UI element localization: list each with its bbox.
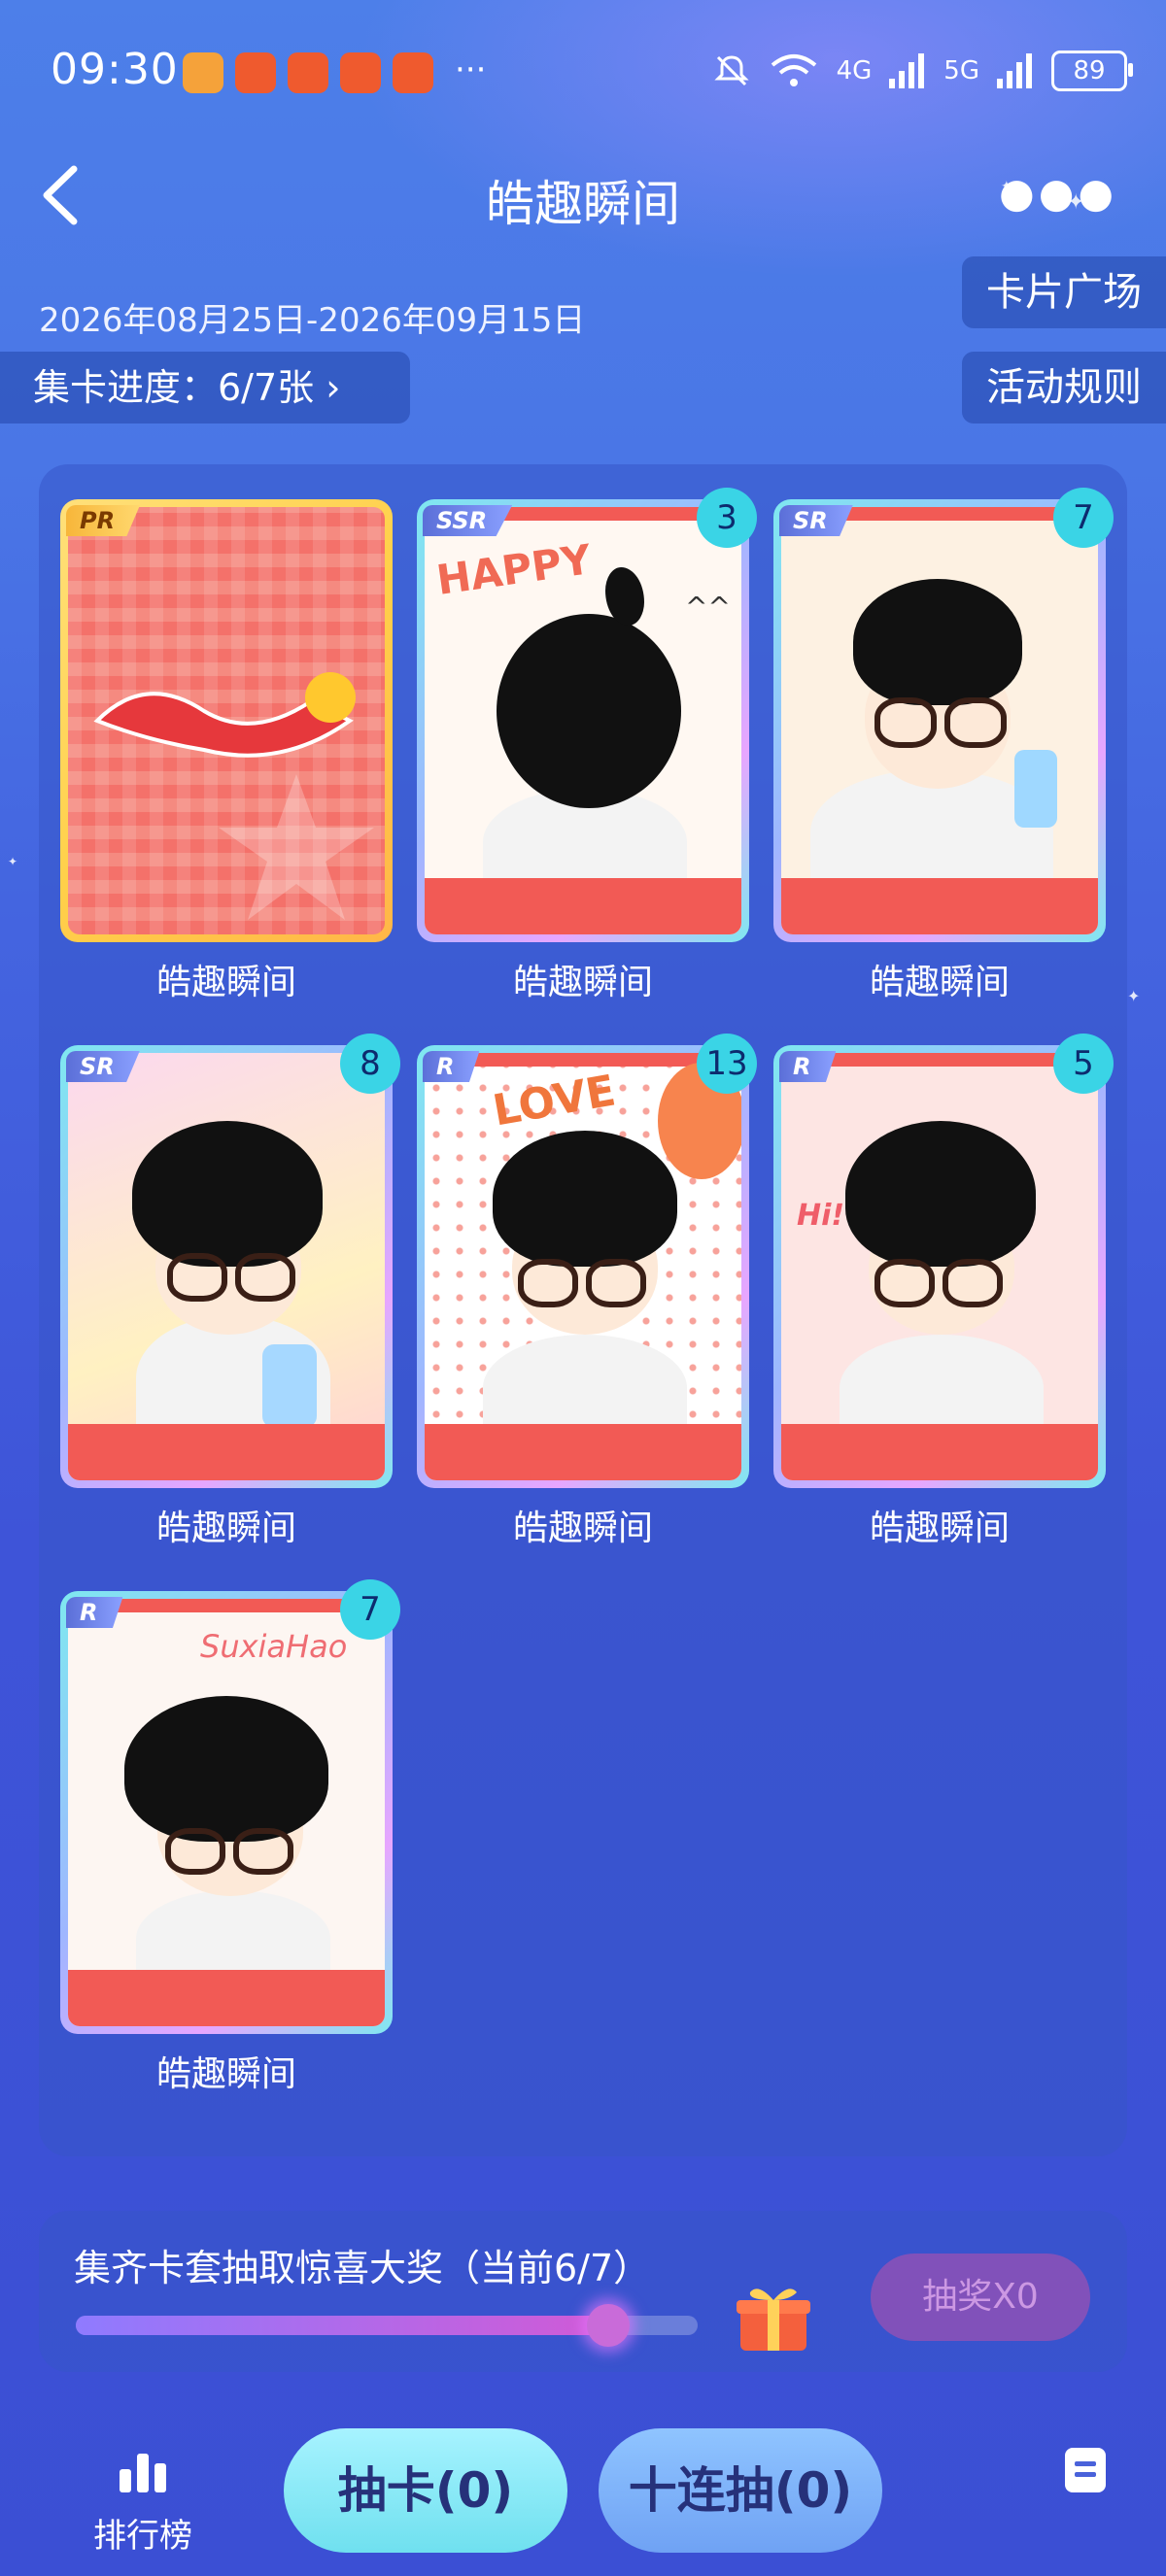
card-count-badge: 7 [340, 1579, 400, 1640]
glasses [874, 697, 937, 748]
app-notification-icon [288, 52, 328, 93]
hair [853, 579, 1022, 705]
card-ssr[interactable]: HAPPY ^^ SSR 3 [417, 488, 757, 942]
card-plaza-button[interactable]: 卡片广场 [962, 256, 1166, 328]
glasses [235, 1253, 295, 1302]
collection-progress-button[interactable]: 集卡进度：6/7张 › [0, 352, 410, 424]
hair [493, 1131, 677, 1267]
logo-art-icon [93, 672, 356, 758]
ranking-button[interactable]: 排行榜 [80, 2452, 206, 2557]
card-art: HAPPY ^^ [425, 507, 741, 934]
card-art [781, 507, 1098, 934]
card-sr[interactable]: SR 7 [773, 488, 1114, 942]
activity-date-range: 2026年08月25日-2026年09月15日 [39, 301, 586, 340]
card-frame [781, 878, 1098, 934]
card-r[interactable]: SuxiaHao R 7 [60, 1579, 400, 2034]
card-frame [781, 1424, 1098, 1480]
card-r[interactable]: Hi! R 5 [773, 1034, 1114, 1488]
draw-card-button[interactable]: 抽卡(0) [284, 2428, 567, 2553]
hair [845, 1121, 1036, 1267]
glasses [586, 1259, 646, 1307]
battery-icon: 89 [1051, 51, 1133, 91]
card-count-badge: 5 [1053, 1034, 1114, 1094]
glasses [874, 1259, 935, 1307]
ten-draw-button[interactable]: 十连抽(0) [599, 2428, 882, 2553]
app-notification-icon [340, 52, 381, 93]
card-r[interactable]: LOVE R 13 [417, 1034, 757, 1488]
prize-section: 集齐卡套抽取惊喜大奖（当前6/7） 抽奖X0 [39, 2211, 1127, 2372]
card-count-badge: 13 [697, 1034, 757, 1094]
prize-description: 集齐卡套抽取惊喜大奖（当前6/7） [74, 2247, 651, 2289]
heart-app-icon [183, 52, 223, 93]
card-count-badge: 8 [340, 1034, 400, 1094]
ranking-label: 排行榜 [93, 2517, 192, 2556]
leaderboard-icon [120, 2454, 166, 2492]
signal-icon [889, 53, 925, 88]
card-count-badge: 7 [1053, 488, 1114, 548]
gift-icon [737, 2288, 810, 2351]
glasses [944, 697, 1007, 748]
love-text: LOVE [489, 1066, 620, 1136]
status-time: 09:30 [51, 45, 179, 94]
progress-knob [587, 2304, 631, 2347]
phone [1014, 750, 1057, 828]
card-art [68, 507, 385, 934]
glasses [518, 1259, 578, 1307]
card-name: 皓趣瞬间 [869, 963, 1010, 1002]
prize-progress-bar [76, 2304, 698, 2347]
hi-text: Hi! [797, 1199, 845, 1233]
card-sr[interactable]: SR 8 [60, 1034, 400, 1488]
card-frame [68, 1424, 385, 1480]
bottom-nav: 排行榜 抽卡(0) 十连抽(0) [0, 2407, 1166, 2576]
card-frame [425, 1424, 741, 1480]
card-pr[interactable]: PR [60, 499, 393, 942]
card-art: Hi! [781, 1053, 1098, 1480]
signature-text: SuxiaHao [200, 1628, 348, 1665]
card-frame [68, 1970, 385, 2026]
signal-icon [997, 53, 1032, 88]
card-name: 皓趣瞬间 [512, 963, 653, 1002]
network-label: 4G [836, 56, 873, 85]
card-frame [425, 878, 741, 934]
battery-level: 89 [1073, 56, 1106, 85]
app-notification-icon [393, 52, 433, 93]
glasses [167, 1253, 227, 1302]
caret-text: ^^ [685, 591, 731, 623]
more-dots-icon: ●●● [999, 169, 1117, 217]
wifi-icon [771, 54, 816, 86]
lottery-button[interactable]: 抽奖X0 [871, 2254, 1090, 2341]
prize-progress-fill [76, 2316, 609, 2335]
card-art [68, 1053, 385, 1480]
card-art: LOVE [425, 1053, 741, 1480]
glasses [943, 1259, 1003, 1307]
card-art: SuxiaHao [68, 1599, 385, 2026]
card-name: 皓趣瞬间 [155, 1508, 296, 1548]
more-notifications-icon: ··· [455, 51, 487, 89]
card-count-badge: 3 [697, 488, 757, 548]
rules-button[interactable]: 活动规则 [962, 352, 1166, 424]
document-icon[interactable] [1065, 2448, 1106, 2492]
network-label: 5G [943, 56, 979, 85]
sparkle-icon: ✦ [8, 855, 18, 868]
hair [497, 614, 681, 808]
card-name: 皓趣瞬间 [155, 2054, 296, 2094]
card-grid-panel: PR 皓趣瞬间 HAPPY ^^ SSR 3 皓趣瞬间 SR 7 皓趣瞬间 SR… [39, 464, 1127, 2156]
bell-muted-icon [713, 55, 749, 86]
sparkle-icon: ✦ [1127, 987, 1141, 1005]
happy-text: HAPPY [433, 535, 595, 604]
page-title: 皓趣瞬间 [486, 176, 680, 232]
star-icon [219, 774, 374, 920]
hair [132, 1121, 323, 1267]
hair [124, 1696, 328, 1842]
card-name: 皓趣瞬间 [155, 963, 296, 1002]
more-button[interactable]: ●●● [999, 169, 1117, 217]
card-name: 皓趣瞬间 [869, 1508, 1010, 1548]
status-bar: 09:30 ··· 4G 5G 89 [0, 0, 1166, 146]
phone [262, 1344, 317, 1428]
card-name: 皓趣瞬间 [512, 1508, 653, 1548]
app-notification-icon [235, 52, 276, 93]
glasses [165, 1828, 225, 1875]
glasses [233, 1828, 293, 1875]
